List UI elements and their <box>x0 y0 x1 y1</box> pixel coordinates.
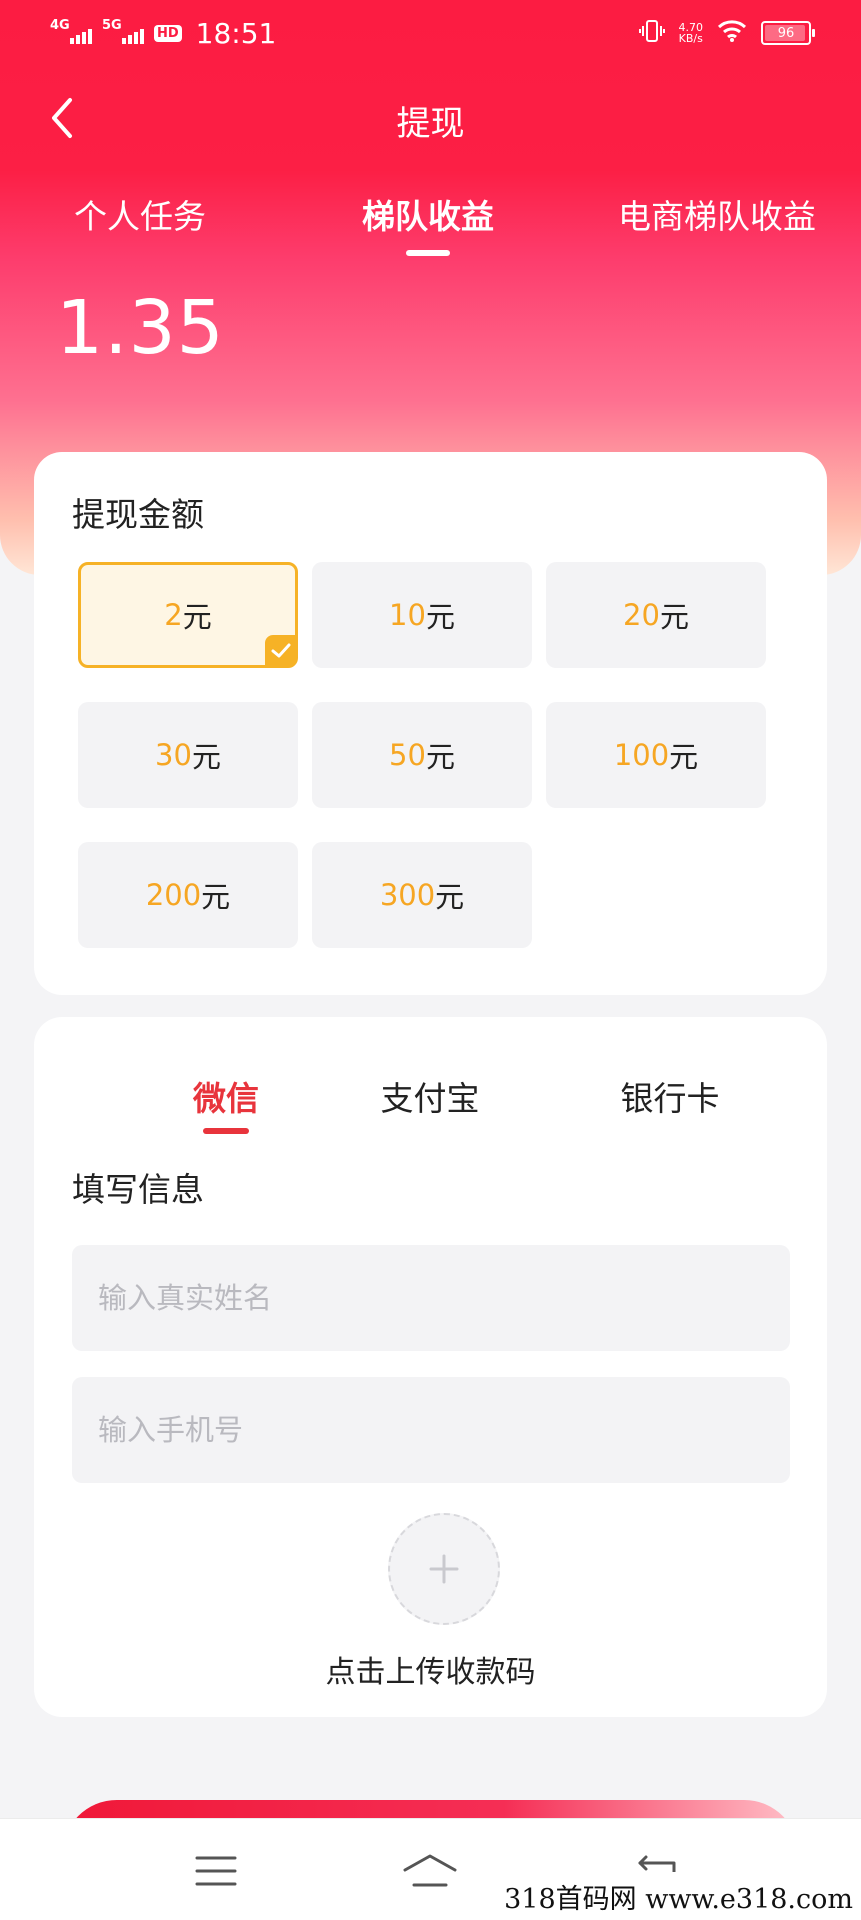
amount-option-30[interactable]: 30 元 <box>78 702 298 808</box>
amount-option-300[interactable]: 300 元 <box>312 842 532 948</box>
amount-option-100[interactable]: 100 元 <box>546 702 766 808</box>
payment-info-card: 微信 支付宝 银行卡 填写信息 点击上传收款码 <box>34 1017 827 1717</box>
page-title: 提现 <box>396 104 465 144</box>
amount-option-20[interactable]: 20 元 <box>546 562 766 668</box>
chevron-left-icon <box>52 98 72 138</box>
income-tabs: 个人任务 梯队收益 电商梯队收益 <box>0 190 861 260</box>
tab-ecommerce-team-income[interactable]: 电商梯队收益 <box>618 190 816 260</box>
upload-qr-label: 点击上传收款码 <box>325 1655 536 1690</box>
status-bar: 4G 5G HD 18:51 4.70 KB/s 96 <box>0 0 861 66</box>
plus-icon <box>429 1554 459 1584</box>
check-icon <box>271 643 291 658</box>
active-tab-indicator <box>406 250 450 256</box>
vibrate-icon <box>638 18 665 48</box>
form-title: 填写信息 <box>72 1170 204 1209</box>
status-time: 18:51 <box>195 16 277 50</box>
back-button[interactable] <box>34 90 90 146</box>
tab-alipay[interactable]: 支付宝 <box>360 1072 500 1142</box>
tab-team-income[interactable]: 梯队收益 <box>362 190 494 260</box>
network-speed: 4.70 KB/s <box>678 21 704 45</box>
watermark: 318首码网 www.e318.com <box>496 1872 861 1920</box>
real-name-input[interactable] <box>72 1245 790 1351</box>
menu-icon <box>195 1856 237 1886</box>
amount-option-2[interactable]: 2元 <box>78 562 298 668</box>
withdraw-amount-card: 提现金额 2元 10 元 20 元 30 元 50 元 100 元 200 元 300 元 <box>34 452 827 995</box>
battery-level: 96 <box>777 25 795 41</box>
home-icon <box>403 1854 457 1887</box>
section-title: 提现金额 <box>72 495 204 534</box>
battery-icon: 96 <box>761 21 815 45</box>
cellular-signal-icon: 4G <box>50 18 92 44</box>
hd-voice-badge: HD <box>154 24 182 42</box>
balance-amount: 1.35 <box>56 285 225 371</box>
selected-check <box>265 635 297 667</box>
nav-bar: 提现 <box>0 66 861 170</box>
network-type-label: 5G <box>102 18 122 33</box>
network-type-label: 4G <box>50 18 70 33</box>
amount-option-50[interactable]: 50 元 <box>312 702 532 808</box>
wifi-icon <box>717 19 747 47</box>
amount-option-10[interactable]: 10 元 <box>312 562 532 668</box>
cellular-signal-icon: 5G <box>102 18 144 44</box>
tab-wechat[interactable]: 微信 <box>158 1072 294 1142</box>
tab-bank-card[interactable]: 银行卡 <box>600 1072 740 1142</box>
upload-qr-button[interactable] <box>388 1513 500 1625</box>
phone-input[interactable] <box>72 1377 790 1483</box>
tab-personal-tasks[interactable]: 个人任务 <box>74 190 206 260</box>
home-button[interactable] <box>400 1849 460 1893</box>
active-tab-indicator <box>203 1128 249 1134</box>
menu-button[interactable] <box>186 1849 246 1893</box>
amount-option-200[interactable]: 200 元 <box>78 842 298 948</box>
